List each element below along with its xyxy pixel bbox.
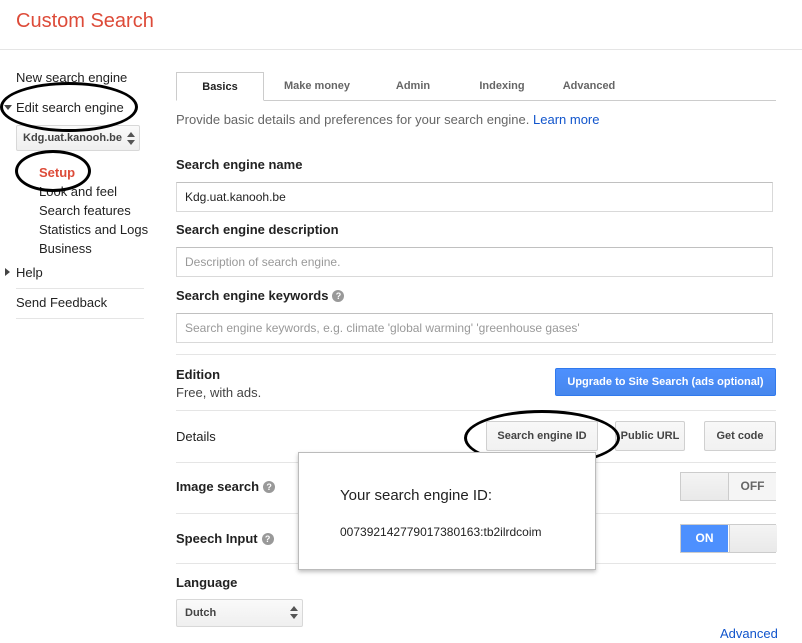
annotation-oval	[0, 82, 138, 132]
keywords-label-row: Search engine keywords?	[176, 288, 345, 303]
public-url-button[interactable]: Public URL	[615, 421, 685, 451]
keywords-label: Search engine keywords	[176, 288, 329, 303]
engine-select-value: Kdg.uat.kanooh.be	[23, 132, 122, 144]
intro-text: Provide basic details and preferences fo…	[176, 112, 530, 127]
sidebar-send-feedback[interactable]: Send Feedback	[16, 295, 107, 310]
image-search-label: Image search	[176, 479, 260, 494]
tab-make-money[interactable]: Make money	[270, 72, 364, 100]
language-select[interactable]: Dutch	[176, 599, 303, 627]
edition-label: Edition	[176, 367, 221, 382]
get-code-button[interactable]: Get code	[704, 421, 776, 451]
toggle-state: OFF	[729, 473, 776, 500]
language-select-value: Dutch	[185, 607, 217, 619]
image-search-row: Image search?	[176, 479, 276, 494]
engine-name-input[interactable]: Kdg.uat.kanooh.be	[176, 182, 773, 212]
sidebar-item-business[interactable]: Business	[39, 241, 92, 256]
select-arrows-icon	[127, 132, 135, 146]
sidebar-divider	[16, 318, 144, 319]
sidebar-help[interactable]: Help	[16, 265, 43, 280]
image-search-toggle[interactable]: OFF	[680, 472, 776, 501]
section-divider	[176, 410, 776, 411]
app-title: Custom Search	[16, 10, 154, 32]
tab-basics[interactable]: Basics	[176, 72, 264, 101]
tab-indexing[interactable]: Indexing	[460, 72, 544, 100]
speech-input-row: Speech Input?	[176, 531, 274, 546]
advanced-link[interactable]: Advanced	[720, 626, 778, 641]
engine-description-input[interactable]: Description of search engine.	[176, 247, 773, 277]
collapsed-triangle-icon[interactable]	[5, 268, 10, 276]
help-icon[interactable]: ?	[332, 290, 345, 302]
toggle-knob	[681, 473, 729, 500]
speech-input-toggle[interactable]: ON	[680, 524, 777, 553]
toggle-knob	[729, 525, 777, 552]
select-arrows-icon	[290, 606, 298, 620]
search-engine-id-popup: Your search engine ID: 00739214277901738…	[298, 452, 596, 570]
speech-input-label: Speech Input	[176, 531, 258, 546]
name-label: Search engine name	[176, 157, 303, 172]
upgrade-button[interactable]: Upgrade to Site Search (ads optional)	[555, 368, 776, 396]
learn-more-link[interactable]: Learn more	[533, 112, 599, 127]
sidebar-divider	[16, 288, 144, 289]
tab-advanced[interactable]: Advanced	[548, 72, 630, 100]
popup-title: Your search engine ID:	[340, 487, 493, 504]
description-label: Search engine description	[176, 222, 339, 237]
engine-keywords-input[interactable]: Search engine keywords, e.g. climate 'gl…	[176, 313, 773, 343]
header-divider	[0, 49, 802, 50]
edition-value: Free, with ads.	[176, 385, 262, 400]
intro-line: Provide basic details and preferences fo…	[176, 112, 599, 127]
help-icon[interactable]: ?	[261, 533, 274, 545]
help-icon[interactable]: ?	[263, 481, 276, 493]
details-label: Details	[176, 429, 216, 444]
tabs-baseline	[176, 100, 776, 101]
language-label: Language	[176, 575, 238, 590]
sidebar-item-search-features[interactable]: Search features	[39, 203, 131, 218]
popup-engine-id[interactable]: 007392142779017380163:tb2ilrdcoim	[340, 525, 542, 539]
sidebar-item-statistics[interactable]: Statistics and Logs	[39, 222, 148, 237]
tab-admin[interactable]: Admin	[374, 72, 452, 100]
section-divider	[176, 354, 776, 355]
annotation-oval	[15, 150, 91, 192]
toggle-state: ON	[681, 525, 728, 552]
